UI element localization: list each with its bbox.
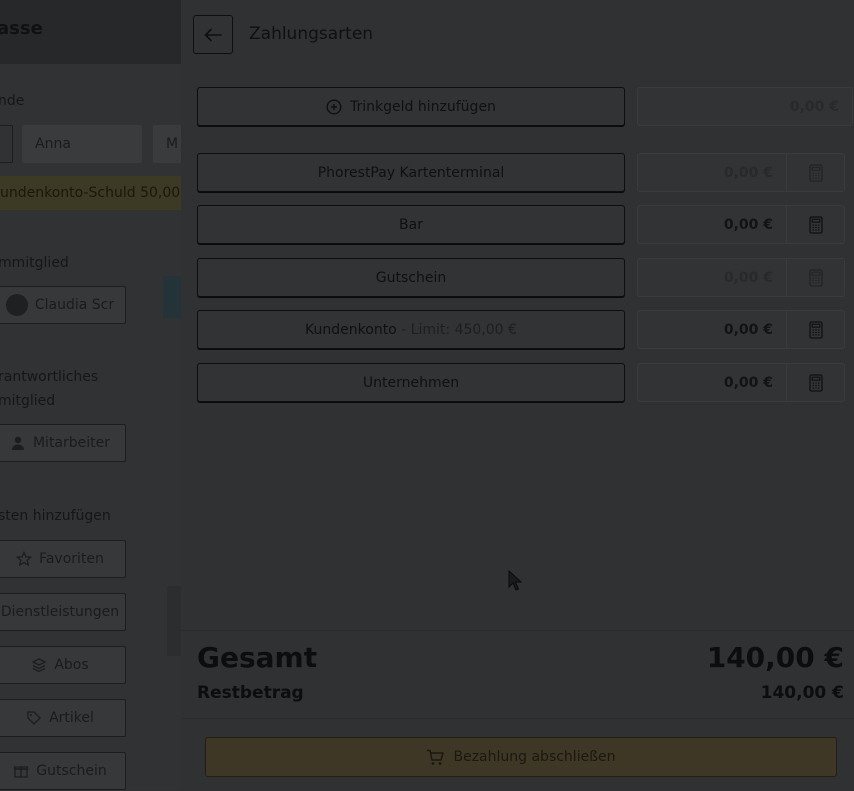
arrow-left-icon: [204, 28, 222, 41]
bg-nav-voucher: Gutschein: [0, 752, 126, 790]
panel-footer: Bezahlung abschließen: [181, 718, 854, 791]
bg-header: asse: [0, 0, 181, 64]
remaining-label: Restbetrag: [197, 683, 304, 703]
bg-add-items-label: sten hinzufügen: [0, 508, 111, 524]
bg-staff-label: mmitglied: [0, 255, 69, 271]
method-customer-account-button[interactable]: Kundenkonto - Limit: 450,00 €: [197, 310, 625, 349]
add-tip-button[interactable]: Trinkgeld hinzufügen: [197, 87, 625, 126]
plus-circle-icon: [326, 98, 342, 115]
calculator-icon: [808, 373, 823, 392]
totals-section: Gesamt 140,00 € Restbetrag 140,00 €: [181, 630, 854, 719]
bg-staff-button: Claudia Scr: [0, 286, 126, 324]
bg-customer-first-name: Anna: [22, 125, 142, 163]
bg-nav-products: Artikel: [0, 699, 126, 737]
method-customer-account-amount[interactable]: 0,00 €: [637, 310, 787, 349]
bg-nav-subscriptions: Abos: [0, 646, 126, 684]
bg-nav-services: Dienstleistungen: [0, 593, 126, 631]
method-company-amount[interactable]: 0,00 €: [637, 363, 787, 402]
method-cash-amount[interactable]: 0,00 €: [637, 205, 787, 244]
calculator-icon: [808, 320, 823, 339]
method-phorestpay-calculator[interactable]: [787, 153, 845, 192]
bg-responsible-button: Mitarbeiter: [0, 424, 126, 462]
gift-icon: [14, 766, 29, 778]
bg-side-card: [167, 586, 181, 656]
cart-icon: [427, 749, 445, 765]
bg-customer-last-name: M: [153, 125, 181, 163]
total-label: Gesamt: [197, 641, 318, 674]
panel-title: Zahlungsarten: [249, 24, 374, 44]
payment-methods-panel: Zahlungsarten Trinkgeld hinzufügen 0,00 …: [181, 0, 854, 790]
method-voucher-calculator[interactable]: [787, 258, 845, 297]
bg-customer-field-left: [0, 125, 13, 163]
bg-customer-label: nde: [0, 93, 25, 109]
back-button[interactable]: [193, 15, 233, 54]
method-customer-account-calculator[interactable]: [787, 310, 845, 349]
mouse-cursor-icon: [508, 570, 522, 591]
bg-page-title: asse: [0, 18, 43, 39]
avatar: [5, 294, 28, 316]
tag-icon: [27, 711, 41, 725]
total-value: 140,00 €: [706, 641, 844, 674]
calculator-icon: [808, 215, 823, 234]
layers-icon: [31, 658, 47, 673]
bg-teal-tab: [163, 276, 181, 318]
bg-responsible-label-1: rantwortliches: [0, 369, 99, 385]
method-phorestpay-amount[interactable]: 0,00 €: [637, 153, 787, 192]
star-icon: [16, 551, 33, 567]
person-icon: [11, 436, 24, 450]
calculator-icon: [808, 268, 823, 287]
method-company-button[interactable]: Unternehmen: [197, 363, 625, 402]
remaining-value: 140,00 €: [760, 683, 844, 703]
method-voucher-amount[interactable]: 0,00 €: [637, 258, 787, 297]
method-company-calculator[interactable]: [787, 363, 845, 402]
customer-account-limit: - Limit: 450,00 €: [396, 321, 517, 338]
method-voucher-button[interactable]: Gutschein: [197, 258, 625, 297]
tip-amount-field[interactable]: 0,00 €: [637, 87, 853, 126]
calculator-icon: [808, 163, 823, 182]
complete-payment-button[interactable]: Bezahlung abschließen: [205, 737, 837, 777]
method-phorestpay-button[interactable]: PhorestPay Kartenterminal: [197, 153, 625, 192]
method-cash-button[interactable]: Bar: [197, 205, 625, 244]
background-pos-page: asse nde Anna M undenkonto-Schuld 50,00 …: [0, 0, 181, 790]
bg-account-debt-banner: undenkonto-Schuld 50,00: [0, 176, 181, 210]
bg-responsible-label-2: mitglied: [0, 393, 56, 409]
bg-nav-favorites: Favoriten: [0, 540, 126, 578]
method-cash-calculator[interactable]: [787, 205, 845, 244]
